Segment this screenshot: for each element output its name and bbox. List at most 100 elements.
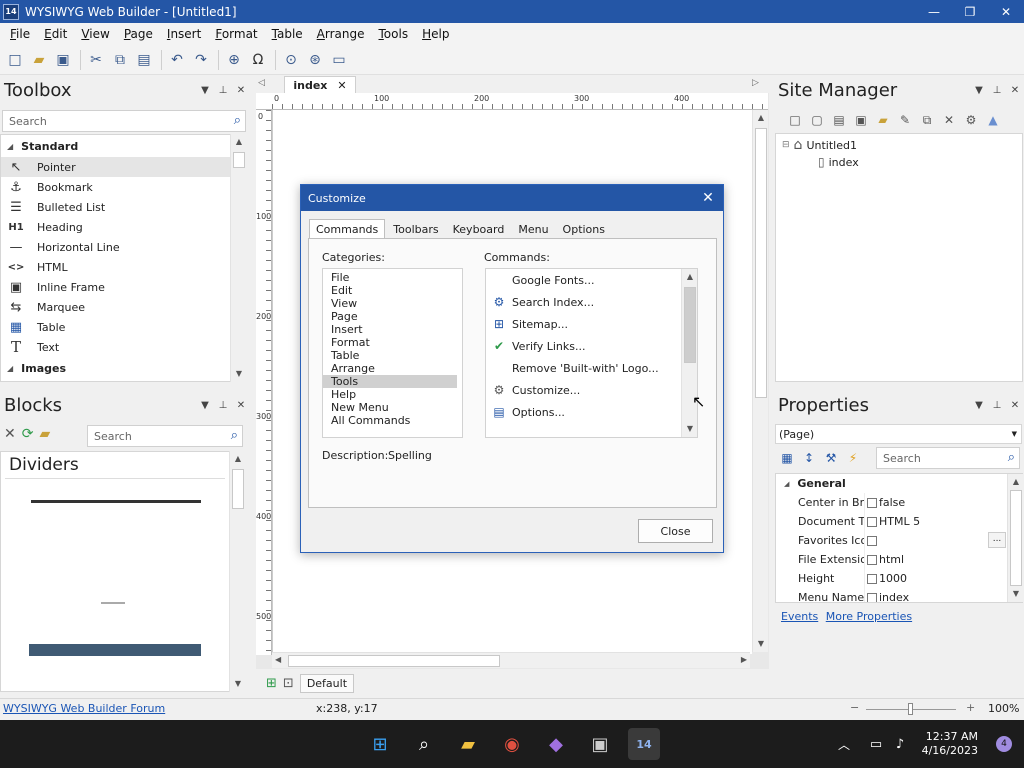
- redo-icon[interactable]: ↷: [190, 49, 212, 71]
- menu-tools[interactable]: Tools: [379, 27, 409, 41]
- edit-page-icon[interactable]: ✎: [896, 113, 914, 127]
- category-item[interactable]: Help: [323, 388, 462, 401]
- chevron-down-icon[interactable]: ▼: [196, 85, 214, 96]
- minimize-button[interactable]: —: [916, 0, 952, 23]
- toolbox-group-standard[interactable]: ◢ Standard: [1, 135, 230, 157]
- layout-settings-icon[interactable]: ⊡: [283, 676, 294, 691]
- chevron-down-icon[interactable]: ▼: [196, 400, 214, 411]
- close-window-button[interactable]: ✕: [988, 0, 1024, 23]
- search-icon[interactable]: ⌕: [1008, 450, 1015, 465]
- scroll-up-icon[interactable]: ▲: [682, 269, 697, 285]
- property-row[interactable]: Favorites Icon: [776, 531, 1022, 550]
- scroll-down-icon[interactable]: ▼: [753, 636, 769, 652]
- scroll-right-icon[interactable]: ▶: [741, 655, 747, 664]
- category-item[interactable]: Arrange: [323, 362, 462, 375]
- property-value[interactable]: html: [864, 550, 1022, 569]
- refresh-icon[interactable]: ⟳: [22, 426, 34, 442]
- volume-icon[interactable]: ♪: [884, 728, 916, 760]
- toolbox-item-html[interactable]: <> HTML: [1, 257, 230, 277]
- sort-alpha-icon[interactable]: ↕: [800, 451, 818, 465]
- tab-options[interactable]: Options: [557, 219, 611, 239]
- new-page-icon[interactable]: □: [786, 113, 804, 127]
- toolbox-item-horizontal-line[interactable]: — Horizontal Line: [1, 237, 230, 257]
- divider-thumbnail[interactable]: [101, 602, 125, 604]
- toolbox-item-text[interactable]: T Text: [1, 337, 230, 357]
- chevron-up-icon[interactable]: ︿: [828, 728, 860, 760]
- command-item[interactable]: ⊞ Sitemap...: [486, 313, 697, 335]
- scroll-up-icon[interactable]: ▲: [231, 134, 247, 150]
- property-row[interactable]: Center in Bro...false: [776, 493, 1022, 512]
- command-item[interactable]: ▤ Options...: [486, 401, 697, 423]
- page-settings-icon[interactable]: ⚙: [962, 113, 980, 127]
- visual-studio-icon[interactable]: ◆: [540, 728, 572, 760]
- close-icon[interactable]: ✕: [337, 79, 346, 92]
- toolbox-item-bookmark[interactable]: ⚓ Bookmark: [1, 177, 230, 197]
- close-icon[interactable]: ✕: [232, 400, 250, 411]
- commands-scrollbar[interactable]: ▲ ▼: [681, 269, 697, 437]
- toolbox-item-pointer[interactable]: ↖ Pointer: [1, 157, 230, 177]
- events-link[interactable]: Events: [781, 610, 818, 623]
- zoom-slider[interactable]: [866, 703, 956, 715]
- scroll-thumb[interactable]: [755, 128, 767, 398]
- scroll-up-icon[interactable]: ▲: [1008, 474, 1024, 490]
- tree-node-index[interactable]: ▯ index: [818, 155, 859, 169]
- command-item[interactable]: ⚙ Search Index...: [486, 291, 697, 313]
- scroll-down-icon[interactable]: ▼: [1008, 586, 1024, 602]
- property-group-general[interactable]: ◢ General: [776, 474, 1022, 493]
- publish-icon[interactable]: ⊛: [304, 49, 326, 71]
- property-row[interactable]: Document Ty...HTML 5: [776, 512, 1022, 531]
- command-item[interactable]: ⚙ Customize...: [486, 379, 697, 401]
- scroll-down-icon[interactable]: ▼: [230, 676, 246, 692]
- scroll-thumb[interactable]: [232, 469, 244, 509]
- divider-thumbnail[interactable]: [31, 500, 201, 503]
- forum-link[interactable]: WYSIWYG Web Builder Forum: [3, 702, 165, 715]
- more-properties-link[interactable]: More Properties: [826, 610, 912, 623]
- tab-toolbars[interactable]: Toolbars: [387, 219, 444, 239]
- tab-keyboard[interactable]: Keyboard: [447, 219, 511, 239]
- close-icon[interactable]: ✕: [1006, 85, 1024, 96]
- category-item[interactable]: Page: [323, 310, 462, 323]
- scroll-thumb[interactable]: [1010, 490, 1022, 586]
- zoom-out-icon[interactable]: −: [850, 701, 859, 714]
- property-value[interactable]: false: [864, 493, 1022, 512]
- clock[interactable]: 12:37 AM 4/16/2023: [922, 730, 978, 758]
- scroll-thumb[interactable]: [684, 287, 696, 363]
- category-item[interactable]: File: [323, 271, 462, 284]
- copy-icon[interactable]: ⧉: [109, 49, 131, 71]
- terminal-icon[interactable]: ▣: [584, 728, 616, 760]
- category-item[interactable]: New Menu: [323, 401, 462, 414]
- collapse-icon[interactable]: ⊟: [782, 140, 790, 150]
- property-row[interactable]: Height 1000: [776, 569, 1022, 588]
- browse-ellipsis-button[interactable]: ...: [988, 532, 1006, 548]
- tree-node-root[interactable]: ⊟ ⌂ Untitled1: [782, 137, 857, 153]
- close-button[interactable]: Close: [638, 519, 713, 543]
- display-icon[interactable]: ▭: [328, 49, 350, 71]
- delete-icon[interactable]: ✕: [4, 426, 16, 442]
- new-subpage-icon[interactable]: ▢: [808, 113, 826, 127]
- duplicate-page-icon[interactable]: ▣: [852, 113, 870, 127]
- pin-icon[interactable]: ⊥: [988, 400, 1006, 411]
- category-item[interactable]: Edit: [323, 284, 462, 297]
- category-item[interactable]: View: [323, 297, 462, 310]
- tab-commands[interactable]: Commands: [309, 219, 386, 239]
- omega-icon[interactable]: Ω: [247, 49, 269, 71]
- object-selector[interactable]: (Page) ▼: [775, 424, 1022, 444]
- zoom-in-icon[interactable]: +: [966, 701, 975, 714]
- category-item[interactable]: Format: [323, 336, 462, 349]
- menu-format[interactable]: Format: [215, 27, 257, 41]
- chevron-down-icon[interactable]: ▼: [970, 400, 988, 411]
- toolbox-item-bulleted-list[interactable]: ☰ Bulleted List: [1, 197, 230, 217]
- properties-search-input[interactable]: Search ⌕: [876, 447, 1020, 469]
- menu-file[interactable]: File: [10, 27, 30, 41]
- property-value[interactable]: index: [864, 588, 1022, 602]
- wysiwyg-web-builder-taskbar-icon[interactable]: 14: [628, 728, 660, 760]
- scroll-left-icon[interactable]: ◀: [275, 655, 281, 664]
- categorized-icon[interactable]: ▦: [778, 451, 796, 465]
- copy-page-icon[interactable]: ⧉: [918, 113, 936, 128]
- command-item[interactable]: Remove 'Built-with' Logo...: [486, 357, 697, 379]
- category-item[interactable]: All Commands: [323, 414, 462, 427]
- menu-table[interactable]: Table: [272, 27, 303, 41]
- close-icon[interactable]: ✕: [1006, 400, 1024, 411]
- scroll-thumb[interactable]: [288, 655, 500, 667]
- scroll-thumb[interactable]: [233, 152, 245, 168]
